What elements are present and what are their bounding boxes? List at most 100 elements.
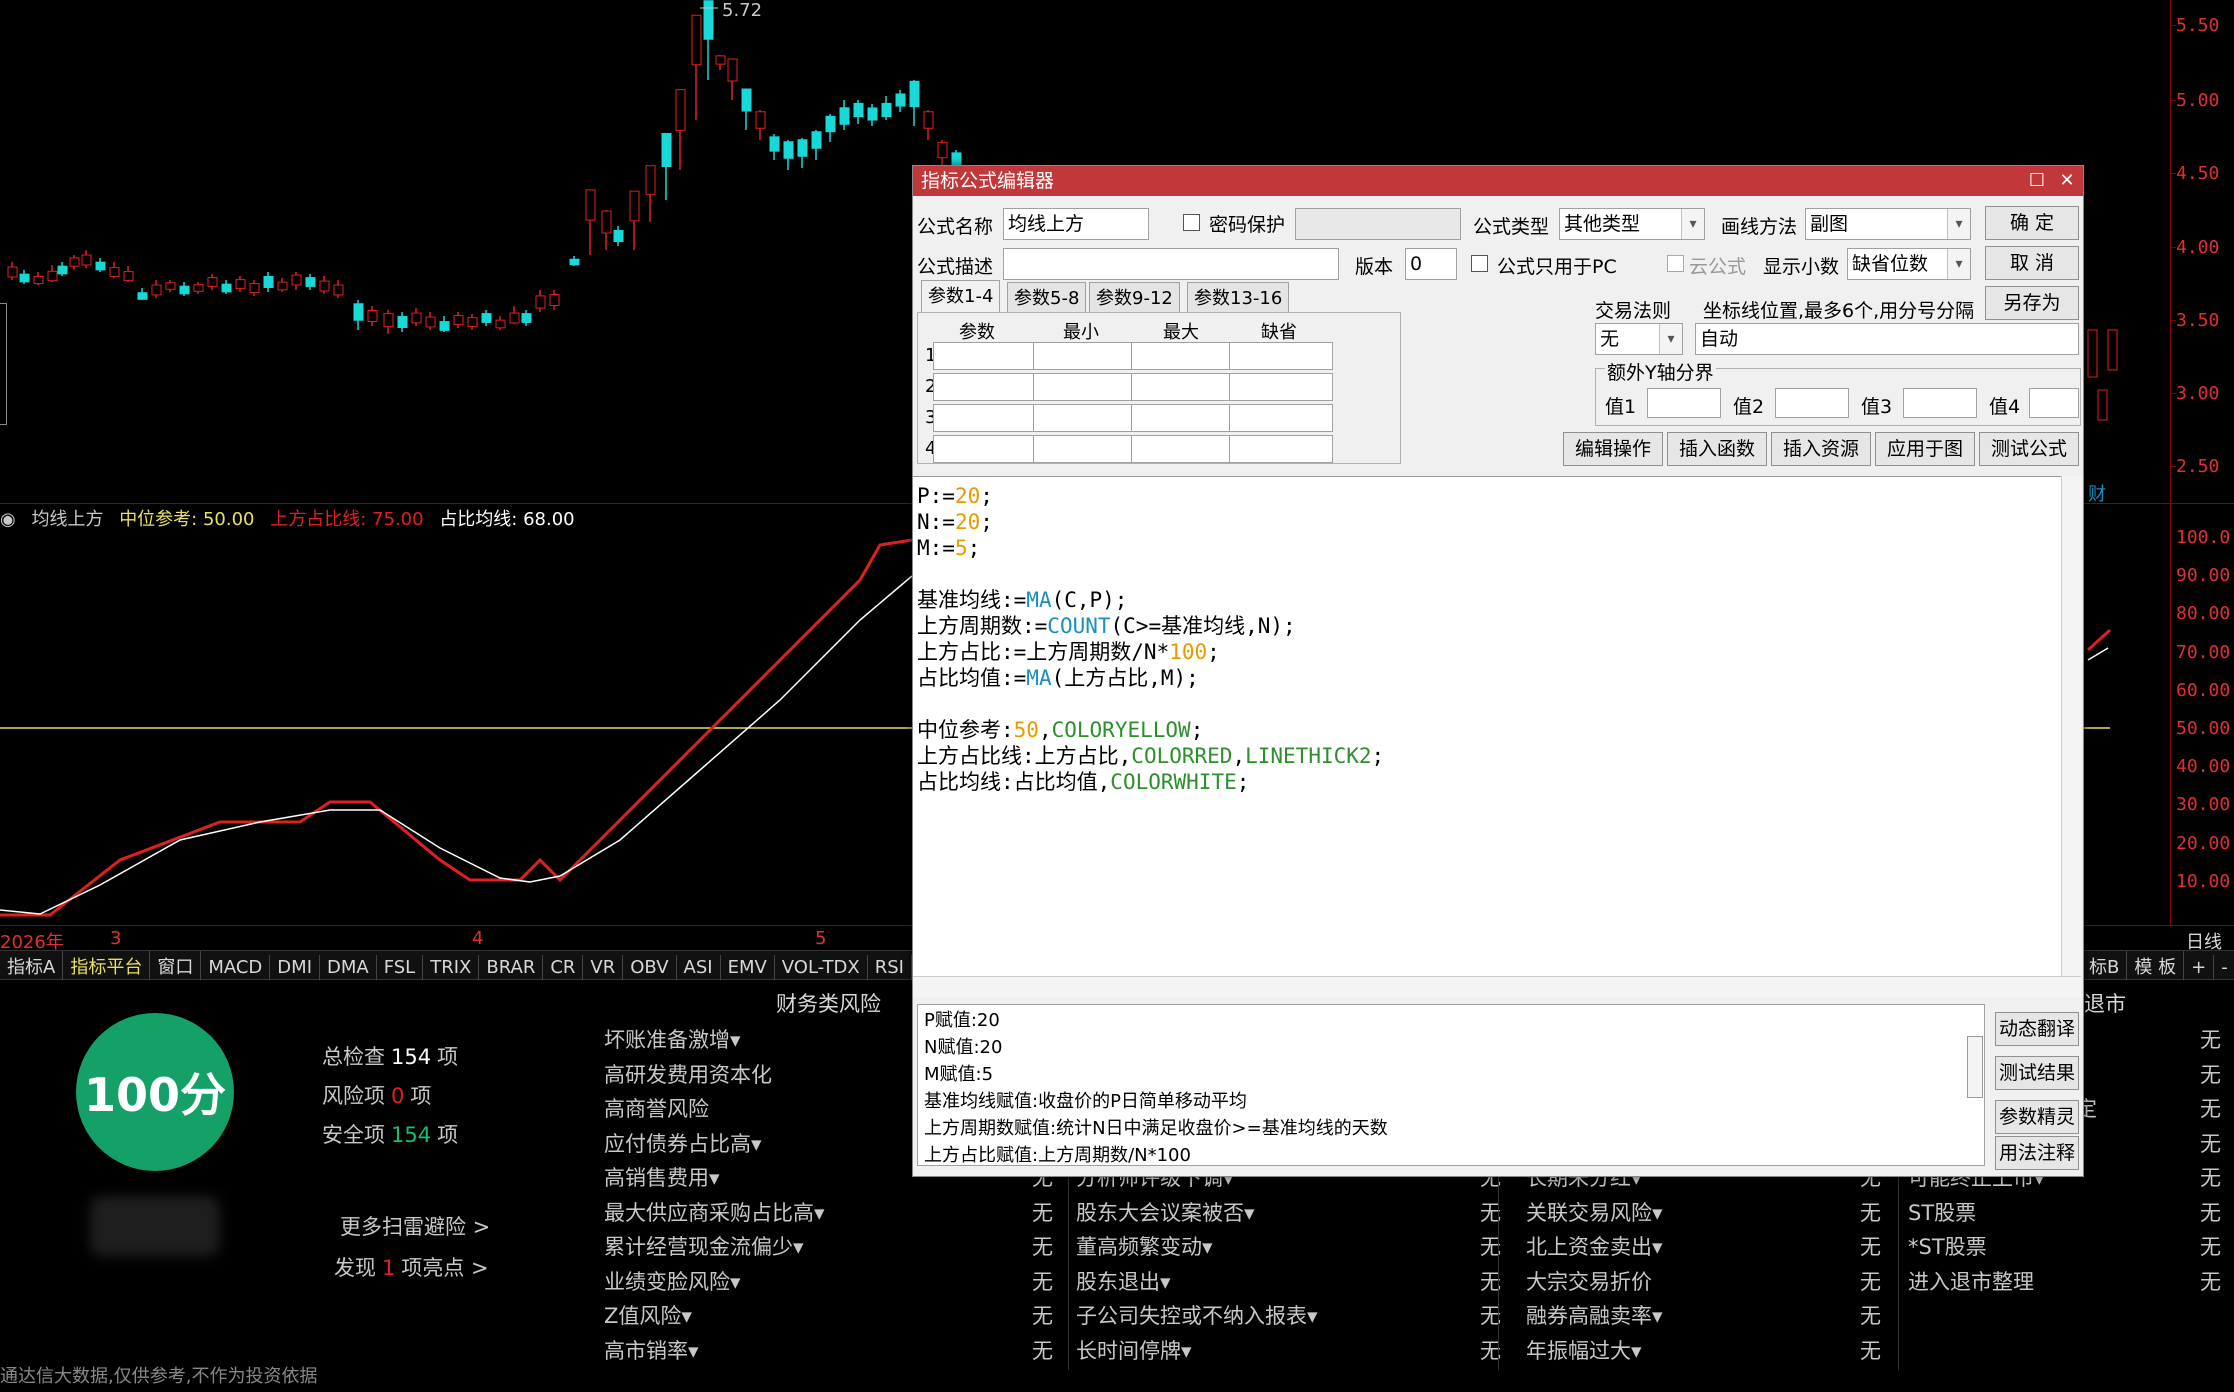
candle-body[interactable] — [439, 321, 450, 331]
candle-body[interactable] — [797, 139, 808, 157]
decimals-select[interactable]: 缺省位数 ▾ — [1847, 248, 1971, 280]
candle-body[interactable] — [825, 115, 836, 133]
left-edge-handle[interactable] — [0, 303, 7, 425]
candle-body[interactable] — [937, 141, 948, 159]
param-cell-input[interactable] — [1229, 373, 1333, 401]
param-cell-input[interactable] — [1033, 373, 1137, 401]
param-cell-input[interactable] — [1033, 404, 1137, 432]
password-input[interactable] — [1295, 208, 1461, 240]
candle-body[interactable] — [193, 284, 204, 292]
candle-body[interactable] — [811, 131, 822, 149]
candle-body[interactable] — [909, 80, 920, 108]
candle-body[interactable] — [333, 284, 344, 296]
candle-body[interactable] — [2087, 329, 2098, 378]
candle-body[interactable] — [2097, 389, 2108, 421]
param-cell-input[interactable] — [1229, 404, 1333, 432]
tab-asi[interactable]: ASI — [677, 955, 721, 980]
risk-item[interactable]: 子公司失控或不纳入报表▾ — [1076, 1300, 1318, 1330]
tab--[interactable]: 指标平台 — [63, 951, 151, 981]
risk-item[interactable]: 高商誉风险 — [604, 1093, 709, 1123]
cloud-checkbox[interactable] — [1667, 255, 1684, 272]
candle-body[interactable] — [137, 292, 148, 300]
risk-item[interactable]: 董高频繁变动▾ — [1076, 1231, 1213, 1261]
coord-input[interactable]: 自动 — [1695, 323, 2079, 355]
candle-body[interactable] — [661, 133, 672, 167]
test-formula-button[interactable]: 测试公式 — [1979, 432, 2079, 466]
risk-item[interactable]: 高研发费用资本化 — [604, 1059, 772, 1089]
param-cell-input[interactable] — [1229, 435, 1333, 463]
candle-body[interactable] — [33, 275, 44, 285]
tab-rsi[interactable]: RSI — [868, 955, 912, 980]
candle-body[interactable] — [411, 312, 422, 324]
tab-macd[interactable]: MACD — [201, 955, 271, 980]
candle-body[interactable] — [703, 0, 714, 40]
risk-item[interactable]: 股东退出▾ — [1076, 1266, 1171, 1296]
candle-body[interactable] — [151, 284, 162, 296]
explain-scrollbar[interactable] — [1967, 1036, 1983, 1098]
candle-body[interactable] — [7, 266, 18, 278]
param-cell-input[interactable] — [1033, 435, 1137, 463]
highlight-link[interactable]: 发现 1 项亮点 > — [334, 1252, 489, 1282]
candle-body[interactable] — [81, 254, 92, 266]
candle-body[interactable] — [895, 93, 906, 107]
risk-item[interactable]: *ST股票 — [1908, 1231, 1987, 1261]
password-checkbox[interactable] — [1183, 214, 1200, 231]
param-cell-input[interactable] — [1131, 342, 1235, 370]
tab-trix[interactable]: TRIX — [423, 955, 480, 980]
risk-item[interactable]: Z值风险▾ — [604, 1300, 692, 1330]
usage-notes-button[interactable]: 用法注释 — [1995, 1136, 2079, 1170]
val3-input[interactable] — [1903, 388, 1977, 418]
candle-body[interactable] — [645, 165, 656, 195]
param-cell-input[interactable] — [933, 435, 1037, 463]
candle-body[interactable] — [263, 276, 274, 288]
val1-input[interactable] — [1647, 388, 1721, 418]
draw-method-select[interactable]: 副图 ▾ — [1805, 208, 1971, 240]
tab-b[interactable]: 标B — [2082, 951, 2128, 981]
candle-body[interactable] — [109, 267, 120, 277]
param-wizard-button[interactable]: 参数精灵 — [1995, 1100, 2079, 1134]
candle-body[interactable] — [367, 310, 378, 322]
tab-brar[interactable]: BRAR — [479, 955, 544, 980]
candle-body[interactable] — [521, 313, 532, 323]
tab-params-5-8[interactable]: 参数5-8 — [1007, 282, 1087, 314]
cancel-button[interactable]: 取 消 — [1985, 246, 2079, 280]
candle-body[interactable] — [397, 316, 408, 328]
remove-tab-button[interactable]: - — [2214, 955, 2234, 980]
candle-body[interactable] — [613, 230, 624, 242]
risk-item[interactable]: 关联交易风险▾ — [1526, 1197, 1663, 1227]
candle-body[interactable] — [305, 277, 316, 287]
param-cell-input[interactable] — [1033, 342, 1137, 370]
candle-body[interactable] — [535, 295, 546, 309]
candle-body[interactable] — [923, 111, 934, 129]
candle-body[interactable] — [277, 281, 288, 291]
risk-item[interactable]: 大宗交易折价 — [1526, 1266, 1652, 1296]
formula-desc-input[interactable] — [1003, 248, 1339, 280]
test-result-button[interactable]: 测试结果 — [1995, 1056, 2079, 1090]
val4-input[interactable] — [2029, 388, 2079, 418]
risk-item[interactable]: 高市销率▾ — [604, 1335, 699, 1365]
ok-button[interactable]: 确 定 — [1985, 206, 2079, 240]
candle-body[interactable] — [2107, 329, 2118, 371]
param-cell-input[interactable] — [1131, 373, 1235, 401]
version-input[interactable]: 0 — [1405, 248, 1457, 280]
candle-body[interactable] — [585, 189, 596, 221]
candle-body[interactable] — [481, 313, 492, 323]
candle-body[interactable] — [867, 107, 878, 121]
candle-body[interactable] — [715, 55, 726, 65]
candle-body[interactable] — [495, 319, 506, 329]
code-horizontal-scrollbar[interactable] — [913, 976, 2081, 997]
candle-body[interactable] — [691, 14, 702, 66]
candle-body[interactable] — [769, 136, 780, 152]
risk-item[interactable]: 应付债券占比高▾ — [604, 1128, 762, 1158]
apply-to-chart-button[interactable]: 应用于图 — [1875, 432, 1975, 466]
candle-body[interactable] — [383, 312, 394, 328]
candle-body[interactable] — [783, 141, 794, 159]
pc-only-checkbox[interactable] — [1471, 255, 1488, 272]
formula-code-editor[interactable]: P:=20; N:=20; M:=5; 基准均线:=MA(C,P); 上方周期数… — [913, 476, 2061, 976]
risk-item[interactable]: 高销售费用▾ — [604, 1162, 720, 1192]
candle-body[interactable] — [569, 258, 580, 266]
tab-cr[interactable]: CR — [543, 955, 584, 980]
candle-body[interactable] — [179, 285, 190, 295]
candle-body[interactable] — [291, 274, 302, 286]
candle-body[interactable] — [425, 316, 436, 328]
